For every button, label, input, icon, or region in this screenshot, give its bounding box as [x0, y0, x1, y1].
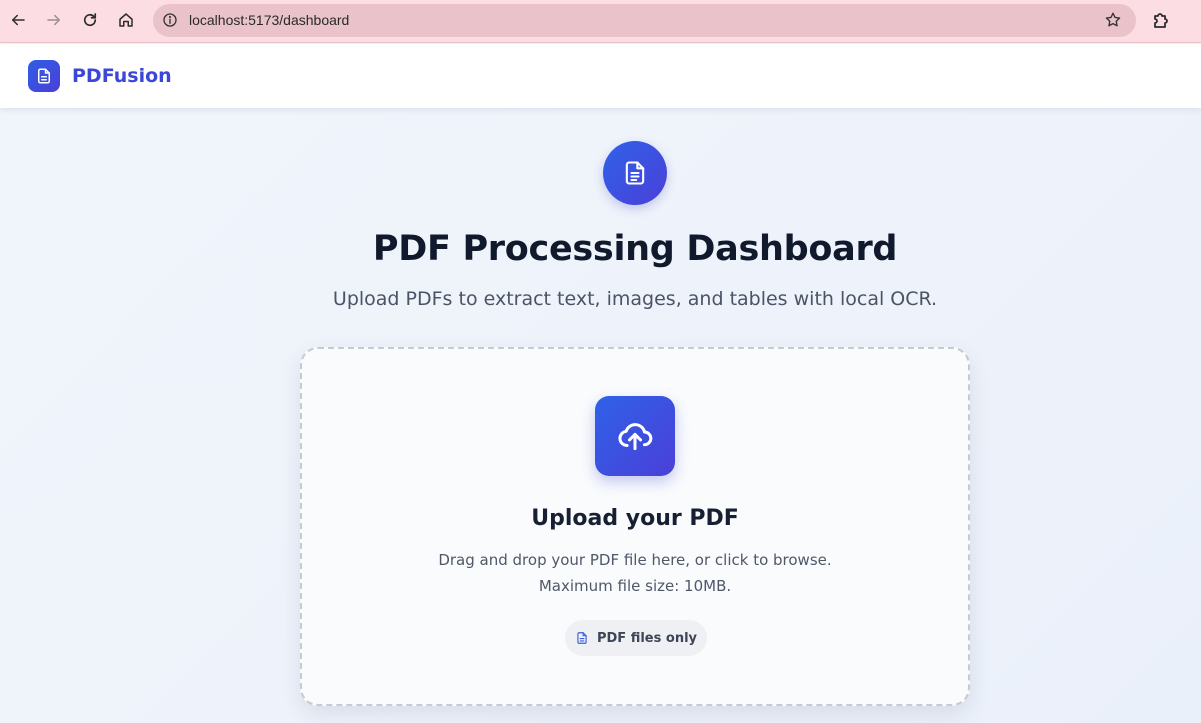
browser-toolbar: localhost:5173/dashboard	[0, 0, 1201, 43]
star-icon[interactable]	[1104, 11, 1122, 29]
forward-icon	[47, 14, 60, 26]
upload-icon-box	[595, 396, 675, 476]
hero-icon	[603, 141, 667, 205]
upload-dropzone[interactable]: Upload your PDF Drag and drop your PDF f…	[300, 347, 970, 706]
document-icon	[625, 161, 645, 185]
address-bar[interactable]: localhost:5173/dashboard	[153, 4, 1136, 37]
app-header: PDFusion	[0, 44, 1201, 108]
file-icon	[577, 632, 587, 644]
upload-description: Drag and drop your PDF file here, or cli…	[438, 551, 832, 595]
page-title: PDF Processing Dashboard	[372, 229, 898, 269]
document-icon	[38, 68, 50, 84]
url-text[interactable]: localhost:5173/dashboard	[189, 12, 349, 28]
extensions-icon[interactable]	[1150, 8, 1174, 32]
file-type-badge: PDF files only	[565, 620, 707, 656]
reload-icon	[83, 13, 97, 27]
file-type-label: PDF files only	[596, 630, 697, 646]
logo[interactable]	[28, 60, 60, 92]
page-subtitle: Upload PDFs to extract text, images, and…	[332, 288, 938, 310]
upload-title: Upload your PDF	[531, 506, 739, 531]
reload-button[interactable]	[76, 6, 104, 34]
home-icon	[119, 13, 133, 27]
main-content: PDF Processing Dashboard Upload PDFs to …	[0, 108, 1201, 723]
brand-name[interactable]: PDFusion	[72, 65, 172, 87]
back-icon	[12, 14, 25, 26]
back-button[interactable]	[4, 6, 32, 34]
info-icon[interactable]	[162, 12, 178, 28]
home-button[interactable]	[112, 6, 140, 34]
cloud-upload-icon	[618, 423, 653, 451]
forward-button[interactable]	[40, 6, 68, 34]
